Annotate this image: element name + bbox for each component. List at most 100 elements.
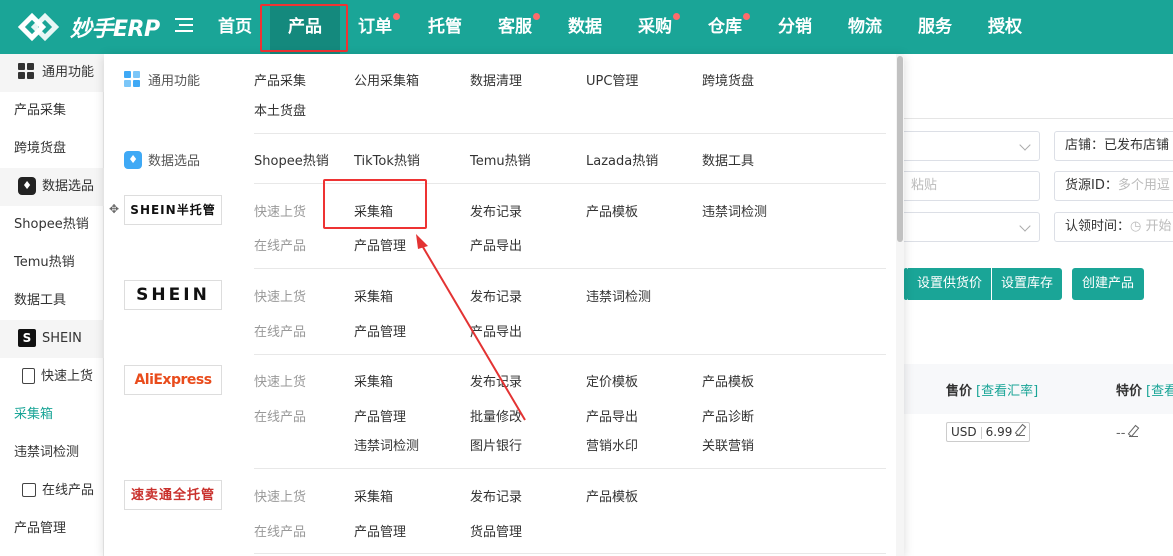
create-product-button[interactable]: 创建产品 <box>1072 268 1144 300</box>
nav-services[interactable]: 服务 <box>900 0 970 54</box>
menu-link-lazada-hot[interactable]: Lazada热销 <box>586 150 658 169</box>
menu-link-collect-box[interactable]: 采集箱 <box>354 371 393 390</box>
sidebar-item-banned-words[interactable]: 违禁词检测 <box>0 434 104 472</box>
menu-link-product-collect[interactable]: 产品采集 <box>254 70 306 89</box>
sidebar-item-data-tools[interactable]: 数据工具 <box>0 282 104 320</box>
sidebar-item-label: 快速上货 <box>41 369 94 384</box>
nav-home[interactable]: 首页 <box>200 0 270 54</box>
edit-pencil-icon[interactable] <box>1016 427 1026 436</box>
menu-link-product-export[interactable]: 产品导出 <box>470 321 522 340</box>
menu-link-product-templates[interactable]: 产品模板 <box>586 486 638 505</box>
menu-link-product-management[interactable]: 产品管理 <box>354 406 406 425</box>
app-logo[interactable]: 妙手ERP <box>17 10 160 44</box>
menu-link-goods-management[interactable]: 货品管理 <box>470 521 522 540</box>
menu-link-collect-box[interactable]: 采集箱 <box>354 486 393 505</box>
menu-link-product-templates[interactable]: 产品模板 <box>586 201 638 220</box>
menu-link-temu-hot[interactable]: Temu热销 <box>470 150 531 169</box>
sidebar-group-shein[interactable]: S SHEIN <box>0 320 104 358</box>
shein-icon: S <box>18 328 36 347</box>
menu-link-batch-edit[interactable]: 批量修改 <box>470 406 522 425</box>
nav-purchase[interactable]: 采购 <box>620 0 690 54</box>
nav-logistics[interactable]: 物流 <box>830 0 900 54</box>
sidebar-item-product-management[interactable]: 产品管理 <box>0 510 104 548</box>
edit-pencil-icon[interactable] <box>1129 428 1139 437</box>
filter-select[interactable] <box>900 131 1040 161</box>
menu-link-pricing-templates[interactable]: 定价模板 <box>586 371 638 390</box>
divider <box>254 354 886 355</box>
menu-link-product-management[interactable]: 产品管理 <box>354 235 406 254</box>
sidebar-item-label: 数据工具 <box>14 293 67 308</box>
menu-link-product-export[interactable]: 产品导出 <box>470 235 522 254</box>
menu-link-product-management[interactable]: 产品管理 <box>354 321 406 340</box>
drag-move-icon[interactable]: ✥ <box>109 202 119 216</box>
menu-link-crossborder-goods[interactable]: 跨境货盘 <box>702 70 754 89</box>
menu-link-product-export[interactable]: 产品导出 <box>586 406 638 425</box>
filter-select-2[interactable] <box>900 212 1040 242</box>
nav-hosting[interactable]: 托管 <box>410 0 480 54</box>
price-value[interactable]: USD 6.99 <box>946 422 1031 442</box>
dropdown-scrollbar[interactable] <box>896 54 904 556</box>
menu-link-banned-word-check[interactable]: 违禁词检测 <box>586 286 651 305</box>
sidebar-item-label: 违禁词检测 <box>14 445 80 460</box>
menu-link-banned-word-check[interactable]: 违禁词检测 <box>702 201 767 220</box>
menu-link-public-collect-box[interactable]: 公用采集箱 <box>354 70 419 89</box>
view-link[interactable]: [查看 <box>1146 384 1173 399</box>
menu-link-image-bank[interactable]: 图片银行 <box>470 435 522 454</box>
menu-link-related-marketing[interactable]: 关联营销 <box>702 435 754 454</box>
sidebar-item-label: 采集箱 <box>14 407 54 422</box>
fire-icon: ♦ <box>124 150 142 169</box>
sidebar-item-crossborder[interactable]: 跨境货盘 <box>0 130 104 168</box>
sidebar-group-data-select[interactable]: ♦ 数据选品 <box>0 168 104 206</box>
nav-warehouse[interactable]: 仓库 <box>690 0 760 54</box>
nav-label: 首页 <box>218 17 252 37</box>
button-label: 设置供货价 <box>916 276 982 291</box>
menu-link-publish-records[interactable]: 发布记录 <box>470 286 522 305</box>
nav-customer-service[interactable]: 客服 <box>480 0 550 54</box>
view-rate-link[interactable]: [查看汇率] <box>976 384 1038 399</box>
menu-link-local-goods[interactable]: 本土货盘 <box>254 100 306 119</box>
sidebar-item-product-collect[interactable]: 产品采集 <box>0 92 104 130</box>
menu-link-publish-records[interactable]: 发布记录 <box>470 371 522 390</box>
menu-link-publish-records[interactable]: 发布记录 <box>470 201 522 220</box>
sidebar-item-label: 在线产品 <box>42 483 95 498</box>
store-select[interactable]: 店铺：已发布店铺 <box>1054 131 1173 161</box>
menu-link-marketing-watermark[interactable]: 营销水印 <box>586 435 638 454</box>
sidebar-item-temu-hot[interactable]: Temu热销 <box>0 244 104 282</box>
menu-link-upc-management[interactable]: UPC管理 <box>586 70 638 89</box>
nav-orders[interactable]: 订单 <box>340 0 410 54</box>
claim-time-input[interactable]: 认领时间：◷ 开始 <box>1054 212 1173 242</box>
menu-link-collect-box[interactable]: 采集箱 <box>354 201 393 220</box>
tab-divider <box>904 118 1173 119</box>
menu-link-product-management[interactable]: 产品管理 <box>354 521 406 540</box>
sidebar-item-online-products[interactable]: 在线产品 <box>0 472 104 510</box>
sidebar-item-label: Shopee热销 <box>14 217 89 232</box>
claim-time-placeholder: 开始 <box>1145 219 1172 234</box>
menu-link-product-templates[interactable]: 产品模板 <box>702 371 754 390</box>
menu-link-banned-word-check[interactable]: 违禁词检测 <box>354 435 419 454</box>
divider <box>254 183 886 184</box>
sidebar-group-general[interactable]: 通用功能 <box>0 54 104 92</box>
sidebar-item-quick-listing[interactable]: 快速上货 <box>0 358 104 396</box>
menu-link-tiktok-hot[interactable]: TikTok热销 <box>354 150 420 169</box>
nav-authorization[interactable]: 授权 <box>970 0 1040 54</box>
source-id-input[interactable]: 货源ID：多个用逗 <box>1054 171 1173 201</box>
brand-logo-aliexpress-full-managed: 速卖通全托管 <box>124 480 222 510</box>
set-supply-price-button[interactable]: 设置供货价 <box>908 268 991 300</box>
nav-label: 订单 <box>358 17 392 37</box>
sidebar-item-collect-box[interactable]: 采集箱 <box>0 396 104 434</box>
menu-link-shopee-hot[interactable]: Shopee热销 <box>254 150 329 169</box>
menu-link-data-tools[interactable]: 数据工具 <box>702 150 754 169</box>
nav-distribution[interactable]: 分销 <box>760 0 830 54</box>
currency: USD <box>951 425 977 439</box>
scrollbar-thumb[interactable] <box>897 56 903 242</box>
menu-link-product-diagnosis[interactable]: 产品诊断 <box>702 406 754 425</box>
nav-data[interactable]: 数据 <box>550 0 620 54</box>
sidebar-item-shopee-hot[interactable]: Shopee热销 <box>0 206 104 244</box>
menu-link-collect-box[interactable]: 采集箱 <box>354 286 393 305</box>
paste-input[interactable]: 粘贴 <box>900 171 1040 201</box>
menu-link-data-cleanup[interactable]: 数据清理 <box>470 70 522 89</box>
menu-link-publish-records[interactable]: 发布记录 <box>470 486 522 505</box>
nav-product[interactable]: 产品 <box>270 0 340 54</box>
set-stock-button[interactable]: 设置库存 <box>992 268 1062 300</box>
menu-toggle-icon[interactable] <box>175 18 193 34</box>
